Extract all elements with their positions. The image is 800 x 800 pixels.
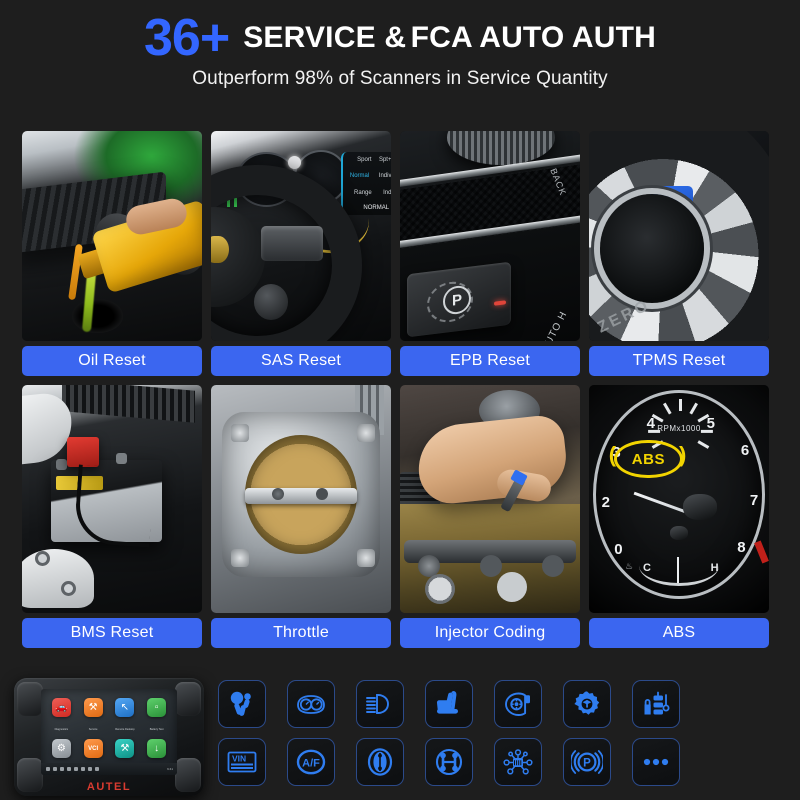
abs-image: 0 2 3 4 5 6 7 8 RPMx1000 ( ) ABS ♨ C H bbox=[589, 385, 769, 613]
tablet-grip-top-left bbox=[17, 682, 43, 716]
header-subtitle: Outperform 98% of Scanners in Service Qu… bbox=[192, 68, 608, 90]
tablet-app-service[interactable]: ⚒ Service bbox=[80, 698, 107, 735]
tablet-taskbar[interactable]: 9:41 bbox=[41, 763, 177, 775]
tpms-reset-label: TPMS Reset bbox=[589, 346, 769, 376]
service-card-sas-reset[interactable]: 3.5℃ Sport Spt+ Normal Indiv Range Ind N… bbox=[211, 131, 391, 376]
parking-brake-icon[interactable]: P bbox=[563, 738, 611, 786]
turbocharger-icon[interactable] bbox=[494, 680, 542, 728]
svg-text:VIN: VIN bbox=[232, 754, 246, 764]
injector-coding-image bbox=[400, 385, 580, 613]
service-card-abs[interactable]: 0 2 3 4 5 6 7 8 RPMx1000 ( ) ABS ♨ C H A… bbox=[589, 385, 769, 648]
ecu-network-icon[interactable] bbox=[494, 738, 542, 786]
tablet-app-label: Remote Desktop bbox=[115, 728, 135, 731]
taskbar-icon[interactable] bbox=[95, 767, 99, 771]
service-icon: ⚒ bbox=[83, 698, 103, 717]
download-icon: ↓ bbox=[147, 739, 167, 758]
chassis-suspension-icon[interactable] bbox=[425, 738, 473, 786]
tablet-app-label: Diagnostics bbox=[54, 728, 69, 731]
air-fuel-ratio-icon[interactable]: A/F bbox=[287, 738, 335, 786]
airbag-srs-icon[interactable] bbox=[218, 680, 266, 728]
epb-reset-image: BACK P AUTO H bbox=[400, 131, 580, 341]
vin-icon[interactable]: VIN bbox=[218, 738, 266, 786]
tools-icon: ⚒ bbox=[115, 739, 135, 758]
remote-desktop-icon: ↖ bbox=[115, 698, 135, 717]
svg-text:P: P bbox=[583, 757, 591, 769]
tablet-app-remote-desktop[interactable]: ↖ Remote Desktop bbox=[112, 698, 139, 735]
service-card-row-2: BMS Reset Throttle Injector Coding 0 2 3… bbox=[22, 385, 778, 648]
oil-reset-label: Oil Reset bbox=[22, 346, 202, 376]
epb-reset-label: EPB Reset bbox=[400, 346, 580, 376]
bottom-feature-strip: 🚗 Diagnostics ⚒ Service ↖ Remote Desktop… bbox=[0, 672, 800, 800]
tablet-app-label: Battery Test bbox=[149, 728, 164, 731]
tablet-app-label: Service bbox=[88, 728, 98, 731]
header-title-line-2: FCA AUTO AUTH bbox=[410, 21, 656, 55]
taskbar-icon[interactable] bbox=[46, 767, 50, 771]
taskbar-icon[interactable] bbox=[60, 767, 64, 771]
bms-reset-image bbox=[22, 385, 202, 613]
throttle-image bbox=[211, 385, 391, 613]
abs-rpm-label: RPMx1000 bbox=[657, 423, 701, 433]
svg-text:A/F: A/F bbox=[302, 758, 320, 770]
abs-label: ABS bbox=[589, 618, 769, 648]
header-main-line: 36+ SERVICE & FCA AUTO AUTH bbox=[0, 9, 800, 67]
instrument-cluster-icon[interactable] bbox=[287, 680, 335, 728]
taskbar-icon[interactable] bbox=[74, 767, 78, 771]
injector-oval-icon[interactable] bbox=[356, 738, 404, 786]
tablet-app-diagnostics[interactable]: 🚗 Diagnostics bbox=[48, 698, 75, 735]
service-card-oil-reset[interactable]: Oil Reset bbox=[22, 131, 202, 376]
service-card-grid: Oil Reset 3.5℃ Sport Spt+ Normal Indiv R… bbox=[22, 131, 778, 657]
epb-autohold-text: AUTO H bbox=[539, 309, 570, 341]
function-icon-grid: VIN A/F P bbox=[218, 680, 680, 786]
injector-coding-label: Injector Coding bbox=[400, 618, 580, 648]
sas-reset-image: 3.5℃ Sport Spt+ Normal Indiv Range Ind N… bbox=[211, 131, 391, 341]
header-title-block: SERVICE & FCA AUTO AUTH bbox=[243, 23, 656, 54]
autel-tablet-device[interactable]: 🚗 Diagnostics ⚒ Service ↖ Remote Desktop… bbox=[14, 678, 204, 796]
immobilizer-key-icon[interactable] bbox=[632, 680, 680, 728]
tablet-screen[interactable]: 🚗 Diagnostics ⚒ Service ↖ Remote Desktop… bbox=[41, 689, 177, 775]
tpms-reset-image: ZERO bbox=[589, 131, 769, 341]
tablet-grip-top-right bbox=[175, 682, 201, 716]
bms-reset-label: BMS Reset bbox=[22, 618, 202, 648]
service-card-row-1: Oil Reset 3.5℃ Sport Spt+ Normal Indiv R… bbox=[22, 131, 778, 376]
sas-reset-label: SAS Reset bbox=[211, 346, 391, 376]
more-functions-icon[interactable] bbox=[632, 738, 680, 786]
service-card-epb-reset[interactable]: BACK P AUTO H EPB Reset bbox=[400, 131, 580, 376]
battery-icon: ▫ bbox=[147, 698, 167, 717]
service-card-injector-coding[interactable]: Injector Coding bbox=[400, 385, 580, 648]
throttle-label: Throttle bbox=[211, 618, 391, 648]
service-card-throttle[interactable]: Throttle bbox=[211, 385, 391, 648]
oil-reset-image bbox=[22, 131, 202, 341]
abs-warning-lamp: ABS bbox=[614, 439, 683, 479]
header-title-line-1: SERVICE & bbox=[243, 21, 407, 55]
transmission-gear-icon[interactable] bbox=[563, 680, 611, 728]
taskbar-icon[interactable] bbox=[81, 767, 85, 771]
autel-brand-logo: AUTEL bbox=[86, 781, 132, 793]
taskbar-icon[interactable] bbox=[88, 767, 92, 771]
service-card-bms-reset[interactable]: BMS Reset bbox=[22, 385, 202, 648]
gear-icon: ⚙ bbox=[51, 739, 71, 758]
vci-icon: VCI bbox=[83, 739, 103, 758]
headlight-icon[interactable] bbox=[356, 680, 404, 728]
service-count: 36+ bbox=[144, 9, 230, 67]
page-header: 36+ SERVICE & FCA AUTO AUTH Outperform 9… bbox=[0, 0, 800, 96]
car-icon: 🚗 bbox=[51, 698, 71, 717]
taskbar-icon[interactable] bbox=[53, 767, 57, 771]
seat-icon[interactable] bbox=[425, 680, 473, 728]
tablet-app-battery-test[interactable]: ▫ Battery Test bbox=[143, 698, 170, 735]
taskbar-icon[interactable] bbox=[67, 767, 71, 771]
service-card-tpms-reset[interactable]: ZERO TPMS Reset bbox=[589, 131, 769, 376]
taskbar-clock: 9:41 bbox=[167, 767, 173, 771]
